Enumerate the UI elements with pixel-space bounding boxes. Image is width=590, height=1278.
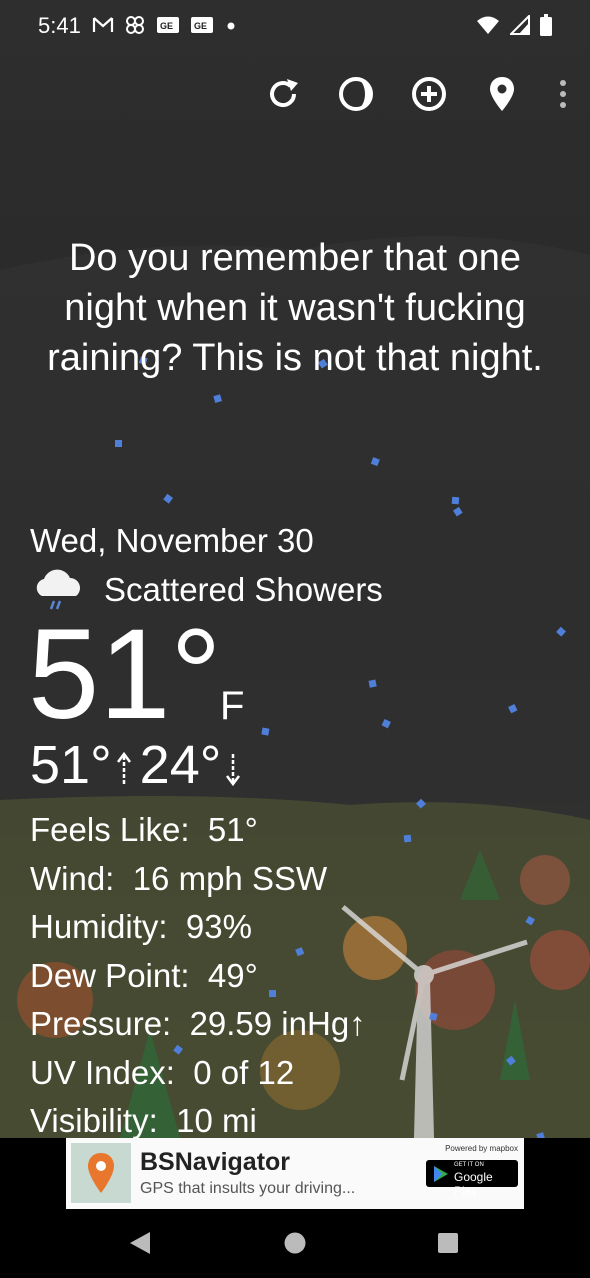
- svg-text:GE: GE: [160, 21, 173, 31]
- pinwheel-icon: [126, 16, 144, 34]
- moon-phase-button[interactable]: [337, 72, 375, 116]
- arrow-up-icon: [116, 751, 131, 784]
- add-icon: [412, 77, 446, 111]
- weather-screen: 5:41 GE GE Do you remember that one nigh…: [0, 0, 590, 1138]
- detail-feels-like: Feels Like: 51°: [30, 811, 258, 848]
- rain-drop: [525, 915, 535, 926]
- status-time: 5:41: [38, 13, 81, 38]
- home-icon: [284, 1232, 306, 1254]
- app-icon: [71, 1143, 131, 1203]
- rain-drop: [451, 496, 460, 505]
- ad-subtitle: GPS that insults your driving...: [140, 1180, 356, 1197]
- rain-drop: [508, 703, 518, 714]
- rain-drop: [261, 727, 270, 736]
- more-icon: [560, 80, 566, 108]
- rain-drop: [213, 394, 222, 403]
- recents-icon: [438, 1233, 458, 1253]
- battery-icon: [540, 14, 552, 36]
- snarky-forecast: Do you remember that one night when it w…: [47, 237, 543, 379]
- recents-button[interactable]: [437, 1232, 459, 1259]
- moon-phase-icon: [339, 77, 373, 111]
- wifi-icon: [477, 16, 499, 34]
- map-pin-icon: [88, 1153, 114, 1193]
- detail-dew-point: Dew Point: 49°: [30, 956, 258, 994]
- detail-uv-index: UV Index: 0 of 12: [30, 1053, 295, 1091]
- rain-drop: [453, 506, 463, 517]
- ad-powered-by: Powered by mapbox: [445, 1144, 518, 1153]
- rain-drop: [536, 1132, 546, 1138]
- rain-drop: [506, 1055, 516, 1066]
- play-store-icon: [434, 1166, 448, 1182]
- notification-icons: GE GE: [92, 14, 238, 36]
- google-play-button[interactable]: GET IT ON Google Play: [426, 1160, 518, 1198]
- rain-drop: [381, 718, 391, 729]
- low-temp: 24°: [139, 735, 222, 795]
- overflow-menu-button[interactable]: [556, 72, 570, 116]
- store-bottom-text: Google Play: [454, 1170, 493, 1198]
- forecast-date: Wed, November 30: [30, 522, 314, 559]
- add-location-button[interactable]: [410, 72, 448, 116]
- location-icon: [490, 77, 514, 111]
- navigation-bar: [0, 1210, 590, 1278]
- signal-icon: [510, 15, 530, 35]
- detail-pressure: Pressure: 29.59 inHg↑: [30, 1005, 366, 1042]
- gmail-icon: [92, 17, 114, 32]
- rain-drop: [370, 457, 380, 467]
- detail-wind: Wind: 16 mph SSW: [30, 859, 328, 897]
- svg-text:GE: GE: [194, 21, 207, 31]
- current-temperature: 51°: [28, 603, 222, 746]
- news-icon: GE: [157, 17, 179, 33]
- high-low-row: 51° 24°: [30, 734, 243, 796]
- location-button[interactable]: [483, 72, 521, 116]
- status-bar: 5:41 GE GE: [0, 0, 590, 52]
- detail-humidity: Humidity: 93%: [30, 908, 252, 945]
- high-temp: 51°: [30, 735, 112, 795]
- detail-visibility: Visibility: 10 mi: [30, 1102, 257, 1138]
- rain-drop: [403, 834, 412, 843]
- weather-details: Feels Like: 51° Wind: 16 mph SSW Humidit…: [30, 806, 366, 1138]
- rain-drop: [163, 493, 173, 504]
- toolbar: [264, 72, 570, 116]
- system-icons: [476, 14, 552, 36]
- rain-drop: [115, 440, 122, 447]
- back-icon: [130, 1232, 150, 1254]
- ad-title: BSNavigator: [140, 1148, 291, 1176]
- rain-drop: [368, 679, 377, 688]
- rain-drop: [429, 1012, 438, 1021]
- rain-drop: [556, 626, 566, 637]
- ad-banner[interactable]: BSNavigator GPS that insults your drivin…: [66, 1138, 524, 1209]
- refresh-button[interactable]: [264, 72, 302, 116]
- store-top-text: GET IT ON: [454, 1162, 484, 1168]
- temperature-unit: F: [220, 684, 245, 728]
- arrow-down-icon: [226, 754, 241, 787]
- rain-drop: [416, 798, 426, 809]
- news-icon: GE: [191, 17, 213, 33]
- home-button[interactable]: [283, 1231, 307, 1260]
- dot-icon: [227, 22, 235, 30]
- refresh-icon: [270, 79, 298, 108]
- back-button[interactable]: [128, 1230, 152, 1261]
